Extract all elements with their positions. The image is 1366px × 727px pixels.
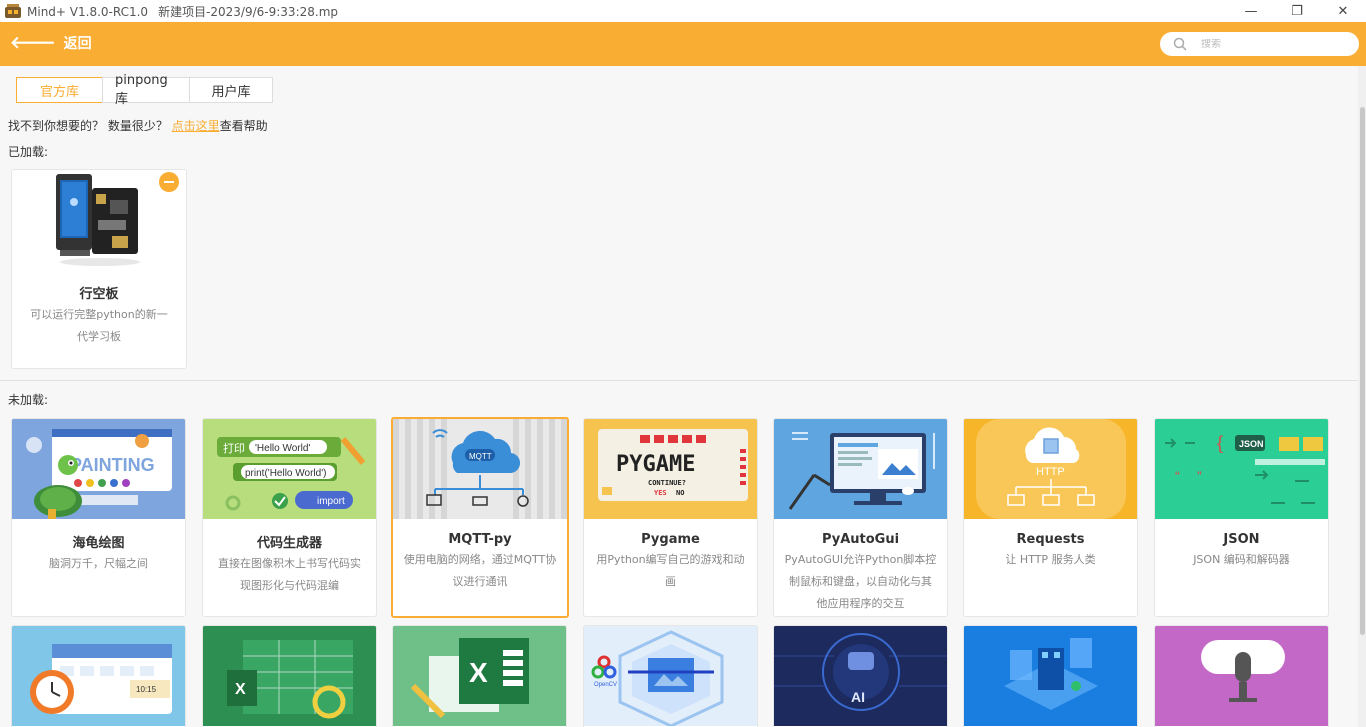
extension-card-json[interactable]: { “ ” JSON JSON JSON 编码和解码器 xyxy=(1154,418,1329,617)
project-name: 新建项目-2023/9/6-9:33:28.mp xyxy=(158,4,338,19)
code-generator-image: 打印 'Hello World' print('Hello World') im… xyxy=(203,419,376,519)
extension-card-excel-search[interactable]: X xyxy=(202,625,377,727)
back-button[interactable]: 🡐 返回 xyxy=(10,33,92,53)
pygame-logo-text: PYGAME xyxy=(616,452,695,477)
http-label: HTTP xyxy=(1036,466,1065,478)
extension-desc: 让 HTTP 服务人类 xyxy=(1005,553,1096,566)
json-image: { “ ” JSON xyxy=(1155,419,1328,519)
loaded-section-label: 已加载: xyxy=(8,145,49,159)
mqtt-image: MQTT xyxy=(393,419,567,519)
extension-card-pyautogui[interactable]: PyAutoGui PyAutoGUI允许Python脚本控制鼠标和键盘，以自动… xyxy=(773,418,948,617)
extension-desc: 可以运行完整python的新一代学习板 xyxy=(30,308,168,343)
maximize-button[interactable]: ❐ xyxy=(1274,0,1320,22)
turtle-painting-image: PAINTING xyxy=(12,419,185,519)
requests-image: HTTP xyxy=(964,419,1137,519)
extension-card-datetime[interactable]: 10:15 xyxy=(11,625,186,727)
extension-card-mqtt[interactable]: MQTT MQTT-py 使用电脑的网络，通过MQTT协议进行通讯 xyxy=(391,417,569,618)
extension-name: PyAutoGui xyxy=(821,532,900,547)
help-link[interactable]: 点击这里 xyxy=(172,119,220,133)
print-block-label: 打印 xyxy=(223,441,245,455)
no-text: NO xyxy=(676,489,684,497)
continue-text: CONTINUE? xyxy=(648,479,686,487)
excel-search-image: X xyxy=(203,626,376,726)
hello-string-1: 'Hello World' xyxy=(255,443,310,454)
window-controls: — ❐ ✕ xyxy=(1228,0,1366,22)
extension-card-unihiker[interactable]: 行空板 可以运行完整python的新一代学习板 xyxy=(11,169,187,369)
app-title: Mind+ V1.8.0-RC1.0 xyxy=(27,4,149,19)
search-icon xyxy=(1173,37,1187,51)
extension-card-turtle[interactable]: PAINTING 海龟绘图 脑洞万千，尺幅之间 xyxy=(11,418,186,617)
extension-card-requests[interactable]: HTTP Requests 让 HTTP 服务人类 xyxy=(963,418,1138,617)
excel-image: X xyxy=(393,626,566,726)
remove-extension-button[interactable] xyxy=(159,172,179,192)
yes-text: YES xyxy=(654,489,667,497)
scrollbar-thumb[interactable] xyxy=(1360,107,1365,635)
minus-icon xyxy=(164,181,174,183)
extension-card-opencv[interactable]: OpenCV xyxy=(583,625,758,727)
extension-card-ai[interactable]: AI xyxy=(773,625,948,727)
tab-pinpong[interactable]: pinpong库 xyxy=(102,73,190,107)
hello-string-2: print('Hello World') xyxy=(245,468,326,479)
extension-name: 代码生成器 xyxy=(256,536,322,551)
back-label: 返回 xyxy=(63,36,92,52)
window-title: Mind+ V1.8.0-RC1.0 新建项目-2023/9/6-9:33:28.… xyxy=(27,3,338,20)
extension-name: MQTT-py xyxy=(448,532,512,547)
pyautogui-image xyxy=(774,419,947,519)
extension-card-pygame[interactable]: PYGAME CONTINUE? YES NO Pygame 用Python编写… xyxy=(583,418,758,617)
painting-text: PAINTING xyxy=(70,455,155,475)
extension-name: 行空板 xyxy=(79,287,119,302)
minimize-button[interactable]: — xyxy=(1228,0,1274,22)
help-suffix: 查看帮助 xyxy=(219,119,268,133)
pygame-image: PYGAME CONTINUE? YES NO xyxy=(584,419,757,519)
extension-name: JSON xyxy=(1223,532,1260,547)
json-label: JSON xyxy=(1239,439,1264,449)
tab-official[interactable]: 官方库 xyxy=(16,77,103,103)
calendar-clock-image: 10:15 xyxy=(12,626,185,726)
svg-text:X: X xyxy=(469,657,488,688)
help-line: 找不到你想要的？ 数量很少？ 点击这里查看帮助 xyxy=(8,117,268,134)
extension-card-ai-city[interactable] xyxy=(963,625,1138,727)
tab-user[interactable]: 用户库 xyxy=(189,77,273,103)
extension-desc: 直接在图像积木上书写代码实现图形化与代码混编 xyxy=(218,557,361,592)
extension-card-code-generator[interactable]: 打印 'Hello World' print('Hello World') im… xyxy=(202,418,377,617)
opencv-label: OpenCV xyxy=(594,682,617,688)
speech-image xyxy=(1155,626,1328,726)
extension-card-speech[interactable] xyxy=(1154,625,1329,727)
clock-time-text: 10:15 xyxy=(136,685,157,694)
help-prefix: 找不到你想要的？ 数量很少？ xyxy=(8,119,172,133)
svg-text:{: { xyxy=(1217,433,1223,453)
extension-desc: 脑洞万千，尺幅之间 xyxy=(49,557,148,570)
extension-desc: JSON 编码和解码器 xyxy=(1193,553,1290,566)
back-arrow-icon: 🡐 xyxy=(10,32,56,53)
extension-name: Requests xyxy=(1016,532,1085,547)
svg-text:X: X xyxy=(235,681,246,698)
extension-desc: 用Python编写自己的游戏和动画 xyxy=(596,553,745,588)
svg-text:“: “ xyxy=(1175,468,1180,484)
extension-desc: 使用电脑的网络，通过MQTT协议进行通讯 xyxy=(403,553,557,588)
search-box[interactable] xyxy=(1160,32,1359,56)
ai-city-image xyxy=(964,626,1137,726)
extension-name: Pygame xyxy=(641,532,700,547)
svg-text:”: ” xyxy=(1197,468,1202,484)
opencv-image: OpenCV xyxy=(584,626,757,726)
app-logo-icon xyxy=(5,4,21,18)
extension-desc: PyAutoGUI允许Python脚本控制鼠标和键盘，以自动化与其他应用程序的交… xyxy=(784,553,937,610)
close-button[interactable]: ✕ xyxy=(1320,0,1366,22)
extension-card-excel[interactable]: X xyxy=(392,625,567,727)
search-input[interactable] xyxy=(1201,38,1351,50)
unloaded-section-label: 未加载: xyxy=(8,393,49,407)
window-titlebar: Mind+ V1.8.0-RC1.0 新建项目-2023/9/6-9:33:28.… xyxy=(0,0,1366,22)
ai-label: AI xyxy=(851,689,865,705)
library-tabs: 官方库 pinpong库 用户库 xyxy=(16,73,273,107)
mqtt-label: MQTT xyxy=(469,452,492,461)
section-divider xyxy=(0,380,1358,381)
extension-name: 海龟绘图 xyxy=(72,536,125,551)
ai-image: AI xyxy=(774,626,947,726)
top-header: 🡐 返回 xyxy=(0,22,1366,66)
import-label: import xyxy=(317,496,345,507)
